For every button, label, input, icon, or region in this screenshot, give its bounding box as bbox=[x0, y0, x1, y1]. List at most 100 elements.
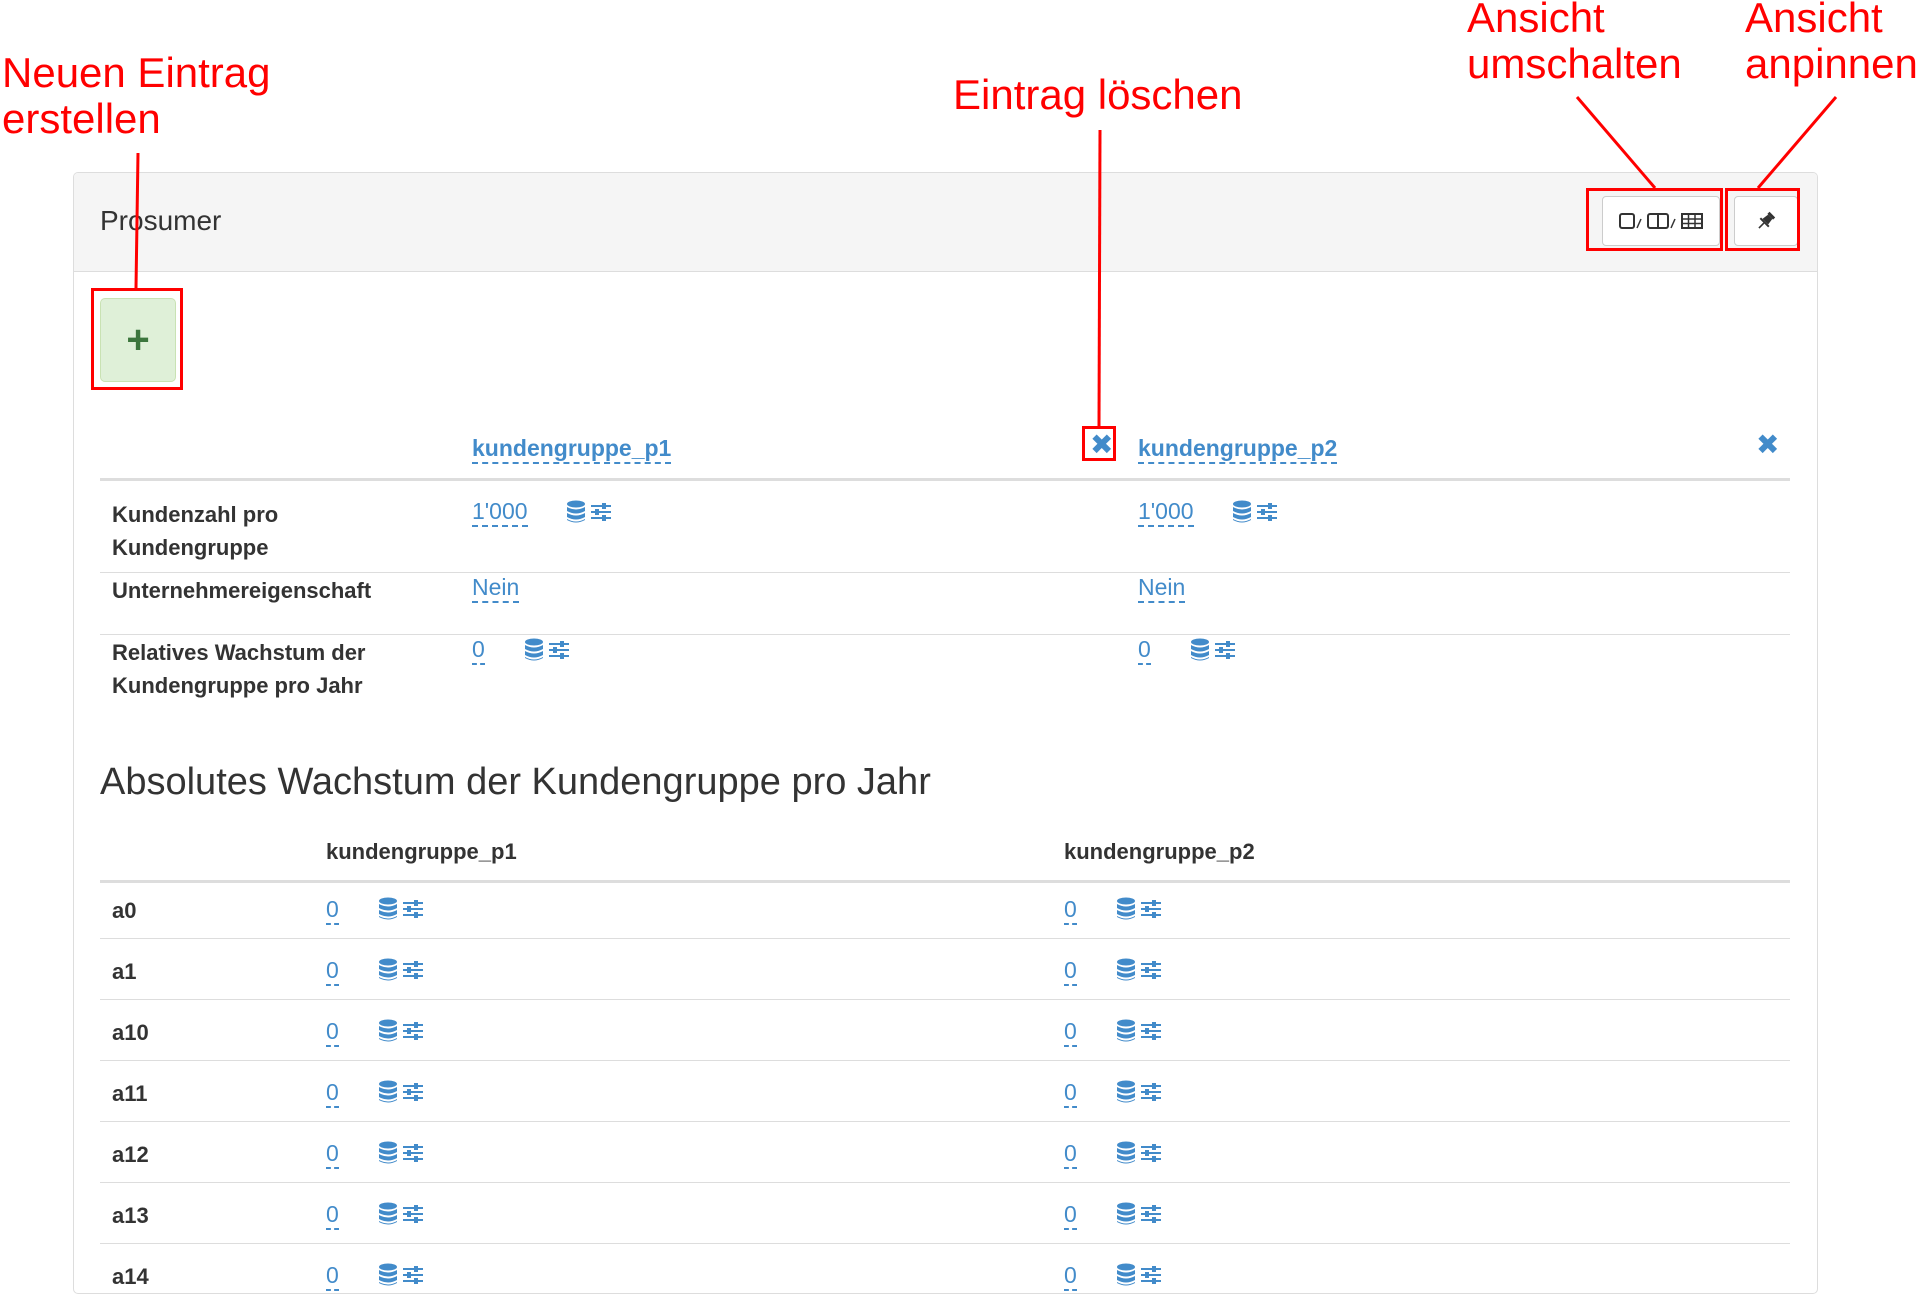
highlight-pin-view bbox=[1725, 188, 1800, 251]
sliders-icon[interactable] bbox=[1256, 501, 1278, 523]
annotation-new-entry: Neuen Eintrag erstellen bbox=[2, 49, 271, 142]
database-icon[interactable] bbox=[1116, 1202, 1136, 1226]
sliders-icon[interactable] bbox=[1140, 1020, 1162, 1042]
section-row-value[interactable]: 0 bbox=[1064, 957, 1077, 986]
database-icon[interactable] bbox=[378, 1141, 398, 1165]
database-icon[interactable] bbox=[566, 500, 586, 524]
section-row-divider bbox=[100, 938, 1790, 939]
section-row-value[interactable]: 0 bbox=[326, 896, 339, 925]
highlight-toggle-view bbox=[1586, 188, 1723, 251]
section-row-divider bbox=[100, 1182, 1790, 1183]
database-icon[interactable] bbox=[378, 1080, 398, 1104]
section-row-value[interactable]: 0 bbox=[326, 1079, 339, 1108]
section-row-value[interactable]: 0 bbox=[1064, 896, 1077, 925]
section-row-label: a13 bbox=[112, 1203, 149, 1228]
highlight-delete-entry bbox=[1082, 426, 1116, 461]
database-icon[interactable] bbox=[1116, 1263, 1136, 1287]
section-row-value-icons bbox=[1116, 958, 1162, 982]
database-icon[interactable] bbox=[1116, 1019, 1136, 1043]
section-header-divider bbox=[100, 880, 1790, 883]
column-header-p2[interactable]: kundengruppe_p2 bbox=[1138, 435, 1338, 464]
section-row-value-icons bbox=[1116, 1019, 1162, 1043]
section-row-value[interactable]: 0 bbox=[1064, 1201, 1077, 1230]
property-value[interactable]: 0 bbox=[1138, 636, 1151, 665]
sliders-icon[interactable] bbox=[1140, 1203, 1162, 1225]
database-icon[interactable] bbox=[1232, 500, 1252, 524]
section-row-value[interactable]: 0 bbox=[326, 1140, 339, 1169]
section-row-value-icons bbox=[378, 1202, 424, 1226]
sliders-icon[interactable] bbox=[402, 1142, 424, 1164]
section-row-value-icons bbox=[378, 1263, 424, 1287]
section-row-label: a1 bbox=[112, 959, 137, 984]
sliders-icon[interactable] bbox=[1140, 1142, 1162, 1164]
sliders-icon[interactable] bbox=[1140, 898, 1162, 920]
section-row-label: a0 bbox=[112, 898, 137, 923]
database-icon[interactable] bbox=[378, 1019, 398, 1043]
section-row-value-icons bbox=[378, 958, 424, 982]
property-value[interactable]: Nein bbox=[1138, 574, 1186, 603]
section-row-value-icons bbox=[378, 1141, 424, 1165]
section-column-header-p1: kundengruppe_p1 bbox=[326, 839, 517, 864]
database-icon[interactable] bbox=[378, 958, 398, 982]
section-row-value[interactable]: 0 bbox=[1064, 1018, 1077, 1047]
sliders-icon[interactable] bbox=[1140, 1081, 1162, 1103]
section-row-value-icons bbox=[1116, 1080, 1162, 1104]
section-row-value-icons bbox=[378, 897, 424, 921]
section-row-value-icons bbox=[378, 1019, 424, 1043]
annotation-delete-entry: Eintrag löschen bbox=[953, 71, 1243, 118]
sliders-icon[interactable] bbox=[1140, 959, 1162, 981]
property-value-icons bbox=[524, 638, 570, 662]
delete-entry-p2-button[interactable]: ✖ bbox=[1756, 431, 1779, 459]
property-label: Unternehmereigenschaft bbox=[112, 578, 372, 603]
row-divider bbox=[100, 634, 1790, 635]
section-row-label: a11 bbox=[112, 1081, 148, 1106]
database-icon[interactable] bbox=[378, 1202, 398, 1226]
section-row-value-icons bbox=[1116, 1263, 1162, 1287]
property-value[interactable]: Nein bbox=[472, 574, 520, 603]
section-row-label: a10 bbox=[112, 1020, 149, 1045]
sliders-icon[interactable] bbox=[590, 501, 612, 523]
property-label: Relatives Wachstum der Kundengruppe pro … bbox=[112, 640, 366, 698]
section-row-value-icons bbox=[378, 1080, 424, 1104]
database-icon[interactable] bbox=[1116, 1080, 1136, 1104]
database-icon[interactable] bbox=[524, 638, 544, 662]
property-label: Kundenzahl pro Kundengruppe bbox=[112, 502, 279, 560]
database-icon[interactable] bbox=[1116, 897, 1136, 921]
section-row-value[interactable]: 0 bbox=[1064, 1079, 1077, 1108]
section-column-header-p2: kundengruppe_p2 bbox=[1064, 839, 1255, 864]
section-row-value[interactable]: 0 bbox=[326, 1201, 339, 1230]
database-icon[interactable] bbox=[1190, 638, 1210, 662]
highlight-add-button bbox=[91, 288, 183, 390]
sliders-icon[interactable] bbox=[402, 1203, 424, 1225]
section-title: Absolutes Wachstum der Kundengruppe pro … bbox=[100, 761, 931, 803]
table-header-divider bbox=[100, 478, 1790, 481]
section-row-value[interactable]: 0 bbox=[1064, 1140, 1077, 1169]
database-icon[interactable] bbox=[1116, 1141, 1136, 1165]
panel-header: Prosumer bbox=[74, 173, 1817, 272]
sliders-icon[interactable] bbox=[402, 1020, 424, 1042]
section-row-divider bbox=[100, 1060, 1790, 1061]
section-row-value[interactable]: 0 bbox=[326, 957, 339, 986]
section-row-value[interactable]: 0 bbox=[1064, 1262, 1077, 1291]
property-value[interactable]: 0 bbox=[472, 636, 485, 665]
sliders-icon[interactable] bbox=[1214, 639, 1236, 661]
annotation-pin-view: Ansicht anpinnen bbox=[1745, 0, 1918, 87]
database-icon[interactable] bbox=[378, 1263, 398, 1287]
property-value-icons bbox=[1232, 500, 1278, 524]
property-value[interactable]: 1'000 bbox=[472, 498, 528, 527]
sliders-icon[interactable] bbox=[402, 1081, 424, 1103]
section-row-divider bbox=[100, 1121, 1790, 1122]
sliders-icon[interactable] bbox=[402, 959, 424, 981]
database-icon[interactable] bbox=[1116, 958, 1136, 982]
column-header-p1[interactable]: kundengruppe_p1 bbox=[472, 435, 672, 464]
section-row-value[interactable]: 0 bbox=[326, 1262, 339, 1291]
sliders-icon[interactable] bbox=[402, 898, 424, 920]
section-row-label: a12 bbox=[112, 1142, 149, 1167]
sliders-icon[interactable] bbox=[548, 639, 570, 661]
section-row-value-icons bbox=[1116, 897, 1162, 921]
section-row-label: a14 bbox=[112, 1264, 149, 1289]
property-value[interactable]: 1'000 bbox=[1138, 498, 1194, 527]
database-icon[interactable] bbox=[378, 897, 398, 921]
section-row-value[interactable]: 0 bbox=[326, 1018, 339, 1047]
section-row-divider bbox=[100, 999, 1790, 1000]
